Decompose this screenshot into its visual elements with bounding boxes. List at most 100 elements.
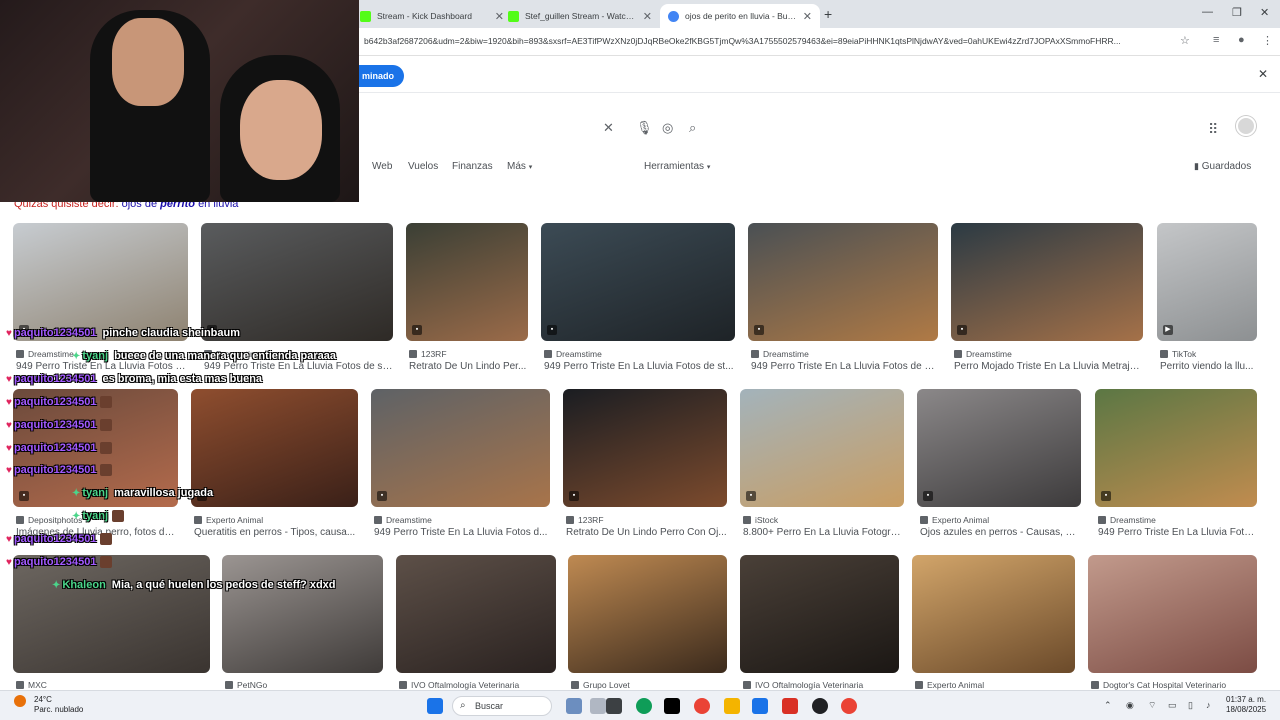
voice-search-icon[interactable]: 🎙 <box>636 120 653 136</box>
result-source[interactable]: Dogtor's Cat Hospital Veterinario <box>1091 680 1226 690</box>
tab-web[interactable]: Web <box>372 161 392 172</box>
result-source[interactable]: Dreamstime <box>1098 515 1156 525</box>
edge-icon[interactable] <box>636 698 652 714</box>
image-result-thumbnail[interactable] <box>912 555 1075 673</box>
tab-more[interactable]: Más ▾ <box>507 161 532 172</box>
battery-icon[interactable]: ▯ <box>1188 700 1193 711</box>
result-source[interactable]: TikTok <box>1160 349 1196 359</box>
image-result-thumbnail[interactable]: ▪ <box>371 389 550 507</box>
image-result-thumbnail[interactable]: ▪ <box>951 223 1143 341</box>
bookmark-star-icon[interactable]: ☆ <box>1180 34 1190 47</box>
result-source[interactable]: iStock <box>743 515 778 525</box>
result-source[interactable]: PetNGo <box>225 680 267 690</box>
result-source[interactable]: 123RF <box>566 515 604 525</box>
tab-close-icon[interactable]: ✕ <box>803 10 812 23</box>
image-result-thumbnail[interactable]: ▪ <box>917 389 1081 507</box>
apps-grid-icon[interactable]: ⠿ <box>1208 121 1218 138</box>
reading-list-icon[interactable]: ≡ <box>1213 34 1219 46</box>
result-source[interactable]: MXC <box>16 680 47 690</box>
taskbar-search[interactable]: ⌕ Buscar <box>452 696 552 716</box>
start-icon[interactable] <box>427 698 443 714</box>
tray-chevron-icon[interactable]: ⌃ <box>1104 700 1112 711</box>
weather-widget[interactable]: 24°C Parc. nublado <box>14 695 83 715</box>
store-icon[interactable] <box>752 698 768 714</box>
result-title[interactable]: Retrato De Un Lindo Perro Con Oj... <box>566 527 727 538</box>
lens-search-icon[interactable]: ◎ <box>662 120 673 136</box>
result-source[interactable]: Dreamstime <box>751 349 809 359</box>
avatar[interactable] <box>1236 116 1256 136</box>
image-result-thumbnail[interactable]: ▪ <box>541 223 735 341</box>
tiktok-icon[interactable] <box>664 698 680 714</box>
result-source[interactable]: Grupo Lovet <box>571 680 630 690</box>
search-app-icon[interactable] <box>590 698 606 714</box>
image-result-thumbnail[interactable]: ▪ <box>13 223 188 341</box>
result-title[interactable]: Perro Mojado Triste En La Lluvia Metraje… <box>954 361 1143 372</box>
image-result-thumbnail[interactable]: ▪ <box>201 223 393 341</box>
result-title[interactable]: 949 Perro Triste En La Lluvia Fotos de s… <box>544 361 735 372</box>
result-title[interactable]: 949 Perro Triste En La Lluvia Fotos d... <box>16 361 188 372</box>
result-source[interactable]: Dreamstime <box>374 515 432 525</box>
tab-finance[interactable]: Finanzas <box>452 161 493 172</box>
image-result-thumbnail[interactable]: ▪ <box>191 389 358 507</box>
image-result-thumbnail[interactable]: ▶ <box>1157 223 1257 341</box>
result-source[interactable]: Dreamstime <box>544 349 602 359</box>
wifi-icon[interactable]: ⌔ <box>1148 700 1156 711</box>
result-title[interactable]: Perrito viendo la llu... <box>1160 361 1257 372</box>
image-result-thumbnail[interactable]: ▪ <box>1095 389 1257 507</box>
image-result-thumbnail[interactable]: ▪ <box>748 223 938 341</box>
tools-button[interactable]: Herramientas ▾ <box>644 161 710 172</box>
image-result-thumbnail[interactable]: ▪ <box>406 223 528 341</box>
saved-button[interactable]: ▮ Guardados <box>1194 161 1251 172</box>
volume-icon[interactable]: ♪ <box>1206 700 1211 710</box>
new-tab-button[interactable]: + <box>824 6 832 22</box>
obs-icon[interactable] <box>812 698 828 714</box>
tab-kick-stream[interactable]: Stef_guillen Stream - Watch Li ✕ <box>500 4 660 28</box>
menu-icon[interactable]: ⋮ <box>1262 34 1273 47</box>
app-icon[interactable] <box>782 698 798 714</box>
clock[interactable]: 01:37 a. m. 18/08/2025 <box>1226 695 1266 715</box>
profile-icon[interactable]: ● <box>1238 34 1245 46</box>
clear-search-icon[interactable]: ✕ <box>603 120 614 136</box>
result-source[interactable]: Dreamstime <box>16 349 74 359</box>
result-source[interactable]: IVO Oftalmología Veterinaria <box>399 680 519 690</box>
close-window-icon[interactable]: ✕ <box>1260 6 1269 19</box>
result-source[interactable]: Experto Animal <box>194 515 263 525</box>
image-result-thumbnail[interactable] <box>1088 555 1257 673</box>
infobar-close-icon[interactable]: ✕ <box>1258 67 1268 81</box>
result-source[interactable]: IVO Oftalmología Veterinaria <box>743 680 863 690</box>
result-title[interactable]: Ojos azules en perros - Causas, Tr... <box>920 527 1081 538</box>
copilot-icon[interactable] <box>566 698 582 714</box>
image-result-thumbnail[interactable] <box>222 555 383 673</box>
image-result-thumbnail[interactable]: ▪ <box>740 389 904 507</box>
image-result-thumbnail[interactable] <box>568 555 727 673</box>
network-icon[interactable]: ▭ <box>1168 700 1177 711</box>
maximize-icon[interactable]: ❐ <box>1232 6 1242 19</box>
image-result-thumbnail[interactable] <box>396 555 556 673</box>
search-icon[interactable]: ⌕ <box>689 120 696 136</box>
result-title[interactable]: 949 Perro Triste En La Lluvia Fotos de s… <box>204 361 393 372</box>
result-source[interactable]: Experto Animal <box>915 680 984 690</box>
result-title[interactable]: 949 Perro Triste En La Lluvia Foto... <box>1098 527 1257 538</box>
result-source[interactable]: Experto Animal <box>920 515 989 525</box>
tab-google-search[interactable]: ojos de perito en lluvia - Busca ✕ <box>660 4 820 28</box>
minimize-icon[interactable]: — <box>1202 6 1213 18</box>
image-result-thumbnail[interactable] <box>13 555 210 673</box>
result-title[interactable]: Queratitis en perros - Tipos, causa... <box>194 527 358 538</box>
chrome-icon[interactable] <box>694 698 710 714</box>
tab-close-icon[interactable]: ✕ <box>643 10 652 23</box>
task-view-icon[interactable] <box>606 698 622 714</box>
image-result-thumbnail[interactable]: ▪ <box>563 389 727 507</box>
url-field[interactable]: b642b3af2687206&udm=2&biw=1920&bih=893&s… <box>364 36 1174 46</box>
result-source[interactable]: Dreamstime <box>954 349 1012 359</box>
result-title[interactable]: 949 Perro Triste En La Lluvia Fotos de s… <box>751 361 938 372</box>
tab-flights[interactable]: Vuelos <box>408 161 438 172</box>
result-title[interactable]: 949 Perro Triste En La Lluvia Fotos d... <box>374 527 550 538</box>
tab-kick-dashboard[interactable]: Stream - Kick Dashboard ✕ <box>352 4 512 28</box>
result-title[interactable]: 8.800+ Perro En La Lluvia Fotogra... <box>743 527 904 538</box>
tray-app-icon[interactable]: ◉ <box>1126 700 1134 711</box>
infobar-button[interactable]: minado <box>358 65 405 87</box>
result-title[interactable]: Retrato De Un Lindo Per... <box>409 361 528 372</box>
file-explorer-icon[interactable] <box>724 698 740 714</box>
result-source[interactable]: 123RF <box>409 349 447 359</box>
chrome-active-icon[interactable] <box>841 698 857 714</box>
